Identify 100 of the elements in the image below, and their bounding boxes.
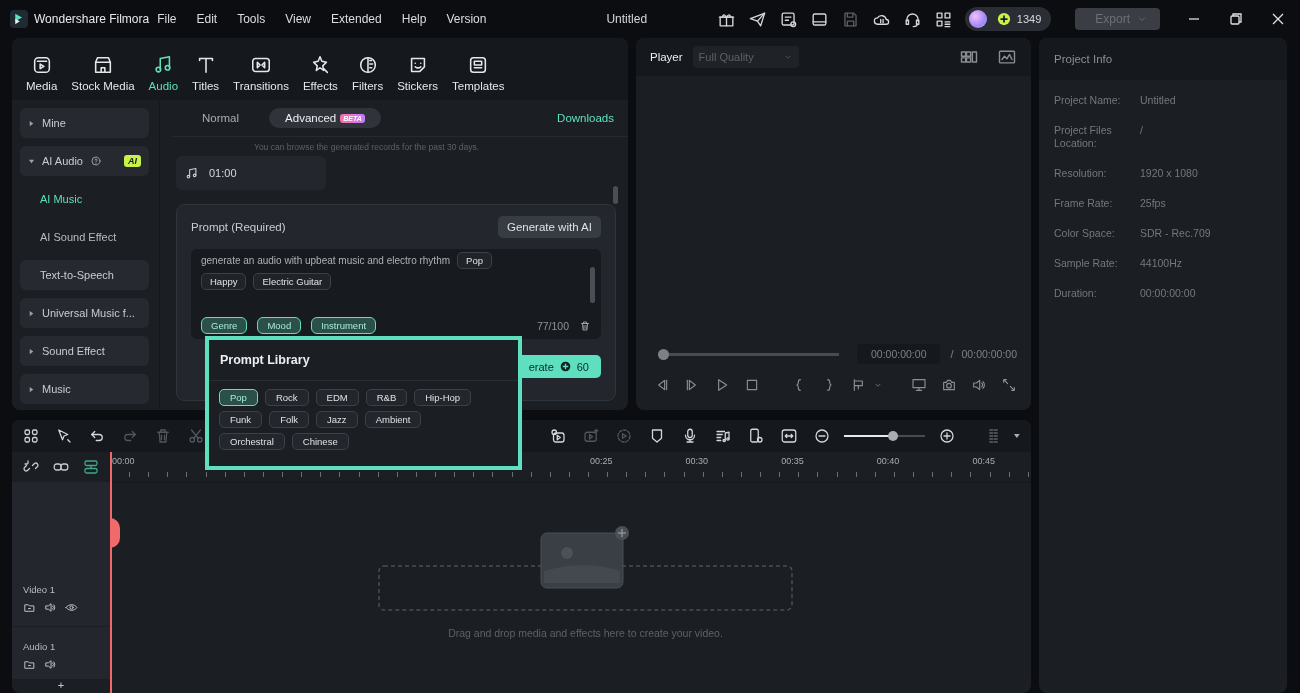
sidebar-item[interactable]: Mine	[20, 108, 149, 138]
credits-pill[interactable]: 1349	[964, 7, 1052, 31]
genre-tag[interactable]: Orchestral	[219, 433, 285, 450]
media-tab[interactable]: Transitions	[229, 54, 293, 92]
image-chart-icon[interactable]	[997, 47, 1017, 67]
info-label: Resolution:	[1054, 167, 1108, 180]
media-tab[interactable]: Stock Media	[67, 54, 139, 92]
stop-icon[interactable]	[744, 377, 760, 393]
speaker-icon[interactable]	[971, 377, 987, 393]
media-tab[interactable]: Titles	[188, 54, 224, 92]
info-value: 1920 x 1080	[1140, 167, 1199, 180]
popup-title: Prompt Library	[220, 353, 310, 367]
media-tab[interactable]: Filters	[347, 54, 388, 92]
genre-tag[interactable]: Hip-Hop	[414, 389, 472, 406]
sidebar-subitem[interactable]: AI Sound Effect	[20, 222, 149, 252]
ruler-label: 00:40	[876, 456, 900, 466]
monitor-icon[interactable]	[911, 377, 927, 393]
coin-icon	[559, 361, 571, 372]
zoom-in-icon[interactable]	[938, 427, 957, 445]
track-name: Audio 1	[23, 641, 57, 652]
genre-tag[interactable]: Chinese	[291, 433, 349, 450]
menu-item[interactable]: Version	[438, 12, 495, 26]
sidebar-item[interactable]: Music	[20, 374, 149, 404]
media-tab[interactable]: Effects	[298, 54, 342, 92]
genre-tag[interactable]: Folk	[269, 411, 310, 428]
grid-icon[interactable]	[22, 427, 40, 445]
progress-thumb[interactable]	[658, 348, 669, 360]
apps-icon[interactable]	[933, 9, 953, 29]
menu-item[interactable]: Tools	[229, 12, 274, 26]
sidebar-item[interactable]: Text-to-Speech	[20, 260, 149, 290]
prompt-chip[interactable]: Happy	[201, 273, 247, 290]
info-label: Project Files Location:	[1054, 124, 1113, 150]
sidebar-item[interactable]: Universal Music f...	[20, 298, 149, 328]
media-tab[interactable]: Stickers	[393, 54, 443, 92]
zoom-slider-thumb[interactable]	[887, 431, 898, 441]
info-value: 44100Hz	[1140, 257, 1184, 270]
restore-icon[interactable]	[1228, 11, 1244, 27]
folder-icon[interactable]	[23, 601, 36, 614]
expand-arrow-icon	[28, 309, 35, 317]
camera-icon[interactable]	[941, 377, 957, 393]
close-icon[interactable]	[1270, 11, 1286, 27]
track-name: Video 1	[23, 584, 57, 595]
genre-tag[interactable]: Jazz	[316, 411, 358, 428]
generate-with-ai-button[interactable]: Generate with AI	[497, 216, 601, 238]
pointer-icon[interactable]	[55, 427, 73, 445]
sidebar-subitem[interactable]: AI Music	[20, 184, 149, 214]
record-duration: 01:00	[209, 167, 237, 179]
media-tab[interactable]: Templates	[448, 54, 509, 92]
category-button[interactable]: Genre	[201, 317, 248, 334]
media-tab[interactable]: Media	[22, 54, 62, 92]
fit-arrows-icon[interactable]	[779, 427, 798, 445]
fullscreen-icon[interactable]	[1001, 377, 1017, 393]
current-time: 00:00:00:00	[857, 344, 941, 364]
prompt-chip[interactable]: Electric Guitar	[253, 273, 332, 290]
clipboard-clock-icon[interactable]	[778, 9, 798, 29]
menu-item[interactable]: View	[277, 12, 319, 26]
menu-item[interactable]: Extended	[323, 12, 390, 26]
dropdown-arrow-icon[interactable]	[1013, 432, 1021, 440]
quality-value: Full Quality	[698, 51, 754, 63]
category-button[interactable]: Instrument	[311, 317, 377, 334]
info-value: Untitled	[1140, 94, 1177, 107]
paper-plane-icon[interactable]	[747, 9, 767, 29]
trash-icon[interactable]	[579, 319, 591, 332]
prompt-chip[interactable]: Pop	[457, 252, 492, 269]
mode-tab[interactable]: Normal	[186, 108, 256, 128]
eye-icon[interactable]	[65, 601, 78, 614]
folder-icon[interactable]	[23, 658, 36, 671]
drop-hint: Drag and drop media and effects here to create your video.	[448, 627, 723, 639]
downloads-link[interactable]: Downloads	[557, 112, 614, 124]
menu-item[interactable]: Edit	[188, 12, 226, 26]
speaker-icon[interactable]	[44, 658, 57, 671]
sidebar-label: Music	[42, 383, 71, 395]
clip-play-icon[interactable]	[548, 427, 567, 445]
genre-tag[interactable]: Pop	[219, 389, 258, 406]
track-manager-icon[interactable]	[82, 458, 100, 476]
menu-item[interactable]: File	[149, 12, 185, 26]
sidebar-item[interactable]: Sound Effect	[20, 336, 149, 366]
ruler-label: 00:45	[972, 456, 995, 466]
category-button[interactable]: Mood	[257, 317, 302, 334]
media-tab[interactable]: Audio	[144, 54, 183, 92]
genre-tag[interactable]: Ambient	[364, 411, 422, 428]
menu-item[interactable]: Help	[393, 12, 435, 26]
scrollbar-thumb[interactable]	[613, 186, 618, 204]
sidebar-item[interactable]: AI Audio AI	[20, 146, 149, 176]
genre-tag[interactable]: EDM	[315, 389, 359, 406]
info-value: /	[1140, 124, 1144, 138]
prompt-field[interactable]: generate an audio with upbeat music and electro rhythm Pop Happy Electric Guitar Genre Mood Instrument 77/100	[191, 249, 601, 339]
player-title: Player	[650, 51, 683, 63]
genre-tag[interactable]: Rock	[264, 389, 309, 406]
info-label: Frame Rate:	[1054, 197, 1114, 210]
genre-tag[interactable]: Funk	[219, 411, 263, 428]
scrollbar-thumb[interactable]	[590, 267, 595, 303]
speaker-icon[interactable]	[44, 601, 57, 614]
expand-arrow-icon	[28, 385, 35, 393]
add-track-button[interactable]: +	[57, 679, 65, 691]
music-record-card[interactable]: 01:00	[176, 156, 326, 190]
genre-tag[interactable]: R&B	[365, 389, 408, 406]
sidebar-label: Mine	[42, 117, 66, 129]
zoom-out-icon[interactable]	[812, 427, 831, 445]
mode-label: Normal	[202, 112, 240, 124]
